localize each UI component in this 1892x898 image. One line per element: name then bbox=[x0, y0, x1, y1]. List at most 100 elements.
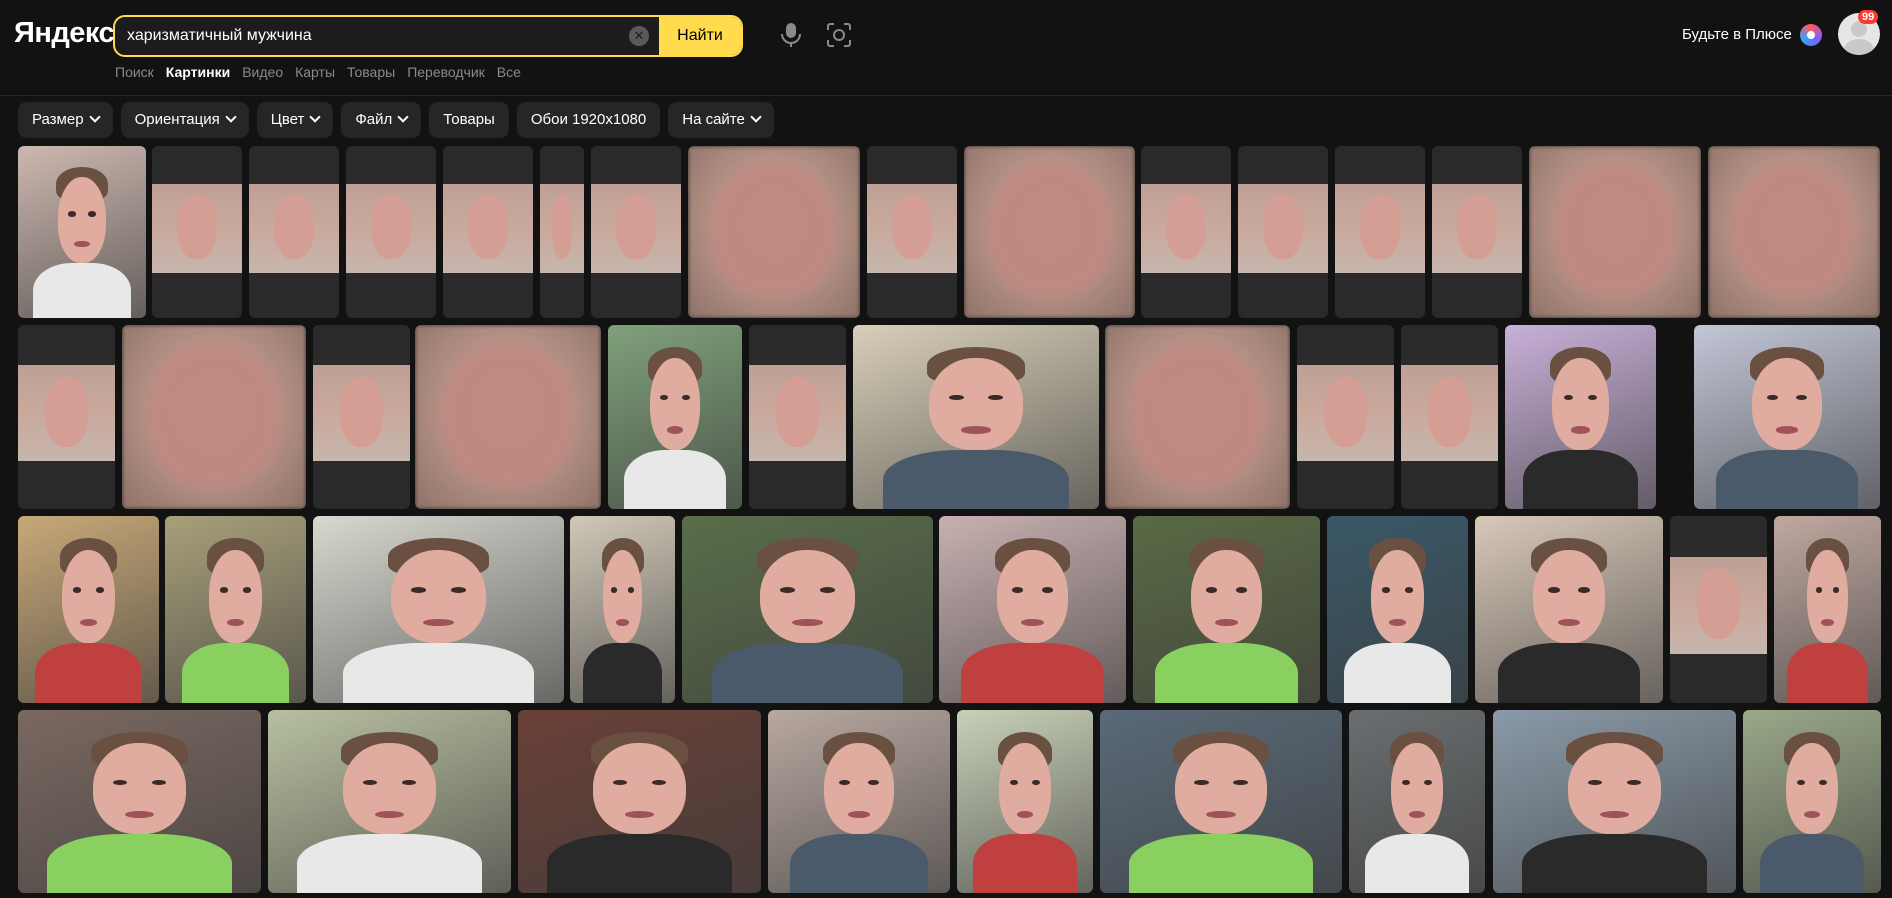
image-result-thumbnail[interactable] bbox=[1708, 146, 1880, 318]
image-result-thumbnail[interactable] bbox=[1327, 516, 1468, 703]
torso bbox=[343, 643, 534, 703]
image-result-thumbnail[interactable] bbox=[249, 146, 339, 318]
image-result-thumbnail[interactable] bbox=[768, 710, 950, 893]
image-result-thumbnail[interactable] bbox=[313, 516, 564, 703]
image-result-thumbnail[interactable] bbox=[268, 710, 511, 893]
image-result-thumbnail[interactable] bbox=[1743, 710, 1881, 893]
filter-orientation[interactable]: Ориентация bbox=[120, 102, 249, 138]
plus-promo-link[interactable]: Будьте в Плюсе bbox=[1682, 26, 1792, 43]
image-result-thumbnail[interactable] bbox=[682, 516, 933, 703]
image-result-thumbnail[interactable] bbox=[964, 146, 1135, 318]
torso bbox=[1129, 834, 1313, 893]
torso bbox=[1365, 834, 1469, 893]
image-result-thumbnail[interactable] bbox=[518, 710, 761, 893]
image-result-thumbnail[interactable] bbox=[1774, 516, 1881, 703]
plus-icon[interactable] bbox=[1800, 24, 1822, 46]
image-result-thumbnail[interactable] bbox=[313, 325, 410, 509]
image-result-thumbnail[interactable] bbox=[540, 146, 584, 318]
eye bbox=[1626, 779, 1642, 786]
image-result-thumbnail[interactable] bbox=[443, 146, 533, 318]
filter-products[interactable]: Товары bbox=[429, 102, 509, 138]
image-result-thumbnail[interactable] bbox=[1432, 146, 1522, 318]
image-result-thumbnail[interactable] bbox=[346, 146, 436, 318]
face bbox=[340, 377, 383, 447]
face bbox=[996, 549, 1069, 644]
image-result-thumbnail[interactable] bbox=[1401, 325, 1498, 509]
filter-label: Товары bbox=[443, 111, 495, 128]
mouth bbox=[124, 810, 155, 818]
face bbox=[1370, 549, 1425, 644]
filter-color[interactable]: Цвет bbox=[256, 102, 334, 138]
filter-size[interactable]: Размер bbox=[18, 102, 113, 138]
chevron-down-icon bbox=[397, 111, 409, 123]
image-result-thumbnail[interactable] bbox=[1349, 710, 1485, 893]
torso bbox=[1523, 450, 1638, 509]
image-result-thumbnail[interactable] bbox=[867, 146, 957, 318]
image-result-thumbnail[interactable] bbox=[1141, 146, 1231, 318]
image-result-thumbnail[interactable] bbox=[939, 516, 1126, 703]
image-result-thumbnail[interactable] bbox=[1238, 146, 1328, 318]
image-result-thumbnail[interactable] bbox=[1133, 516, 1320, 703]
nav-item-products[interactable]: Товары bbox=[347, 64, 395, 80]
nav-item-video[interactable]: Видео bbox=[242, 64, 283, 80]
image-result-thumbnail[interactable] bbox=[1505, 325, 1656, 509]
image-result-thumbnail[interactable] bbox=[608, 325, 742, 509]
nav-item-search[interactable]: Поиск bbox=[115, 64, 154, 80]
image-result-thumbnail[interactable] bbox=[1297, 325, 1394, 509]
eye bbox=[1587, 779, 1603, 786]
mouth bbox=[1206, 810, 1236, 818]
eye bbox=[610, 587, 618, 593]
image-result-thumbnail[interactable] bbox=[957, 710, 1093, 893]
image-result-thumbnail[interactable] bbox=[152, 146, 242, 318]
image-result-thumbnail[interactable] bbox=[1670, 516, 1767, 703]
image-result-thumbnail[interactable] bbox=[1529, 146, 1701, 318]
filter-bar: Размер Ориентация Цвет Файл Товары Обои … bbox=[18, 102, 774, 138]
search-box[interactable]: ✕ Найти bbox=[113, 15, 743, 57]
find-button[interactable]: Найти bbox=[659, 17, 741, 55]
image-result-thumbnail[interactable] bbox=[18, 516, 159, 703]
eye bbox=[1205, 587, 1218, 593]
face bbox=[177, 194, 217, 259]
filter-wallpapers[interactable]: Обои 1920x1080 bbox=[516, 102, 661, 138]
image-result-thumbnail[interactable] bbox=[122, 325, 306, 509]
image-result-thumbnail[interactable] bbox=[415, 325, 601, 509]
image-result-thumbnail[interactable] bbox=[688, 146, 860, 318]
nav-item-images[interactable]: Картинки bbox=[166, 64, 230, 80]
nav-item-translator[interactable]: Переводчик bbox=[407, 64, 485, 80]
face bbox=[712, 163, 836, 298]
camera-search-icon[interactable] bbox=[826, 22, 852, 48]
image-result-thumbnail[interactable] bbox=[1100, 710, 1342, 893]
clear-icon[interactable]: ✕ bbox=[629, 26, 649, 46]
face bbox=[1553, 163, 1677, 298]
torso bbox=[547, 834, 732, 893]
filter-file[interactable]: Файл bbox=[341, 102, 422, 138]
torso bbox=[1497, 643, 1641, 703]
mouth bbox=[1775, 426, 1799, 434]
image-result-thumbnail[interactable] bbox=[18, 710, 261, 893]
image-result-thumbnail[interactable] bbox=[1105, 325, 1290, 509]
chevron-down-icon bbox=[750, 111, 762, 123]
filter-on-site[interactable]: На сайте bbox=[668, 102, 774, 138]
image-result-thumbnail[interactable] bbox=[1493, 710, 1736, 893]
image-result-thumbnail[interactable] bbox=[18, 325, 115, 509]
eye bbox=[1010, 779, 1019, 786]
face bbox=[147, 343, 281, 487]
yandex-logo[interactable]: Яндекс bbox=[14, 17, 115, 50]
image-result-thumbnail[interactable] bbox=[1694, 325, 1880, 509]
eye bbox=[1381, 587, 1391, 593]
image-result-thumbnail[interactable] bbox=[165, 516, 306, 703]
search-input[interactable] bbox=[115, 17, 627, 55]
eye bbox=[651, 779, 667, 786]
microphone-icon[interactable] bbox=[780, 22, 802, 48]
image-result-thumbnail[interactable] bbox=[749, 325, 846, 509]
nav-item-maps[interactable]: Карты bbox=[295, 64, 335, 80]
image-result-thumbnail[interactable] bbox=[591, 146, 681, 318]
image-result-thumbnail[interactable] bbox=[853, 325, 1099, 509]
filter-label: Цвет bbox=[270, 111, 305, 128]
eye bbox=[1818, 779, 1828, 786]
image-result-thumbnail[interactable] bbox=[1475, 516, 1663, 703]
image-result-thumbnail[interactable] bbox=[1335, 146, 1425, 318]
image-result-thumbnail[interactable] bbox=[18, 146, 146, 318]
nav-item-all[interactable]: Все bbox=[497, 64, 521, 80]
image-result-thumbnail[interactable] bbox=[570, 516, 675, 703]
